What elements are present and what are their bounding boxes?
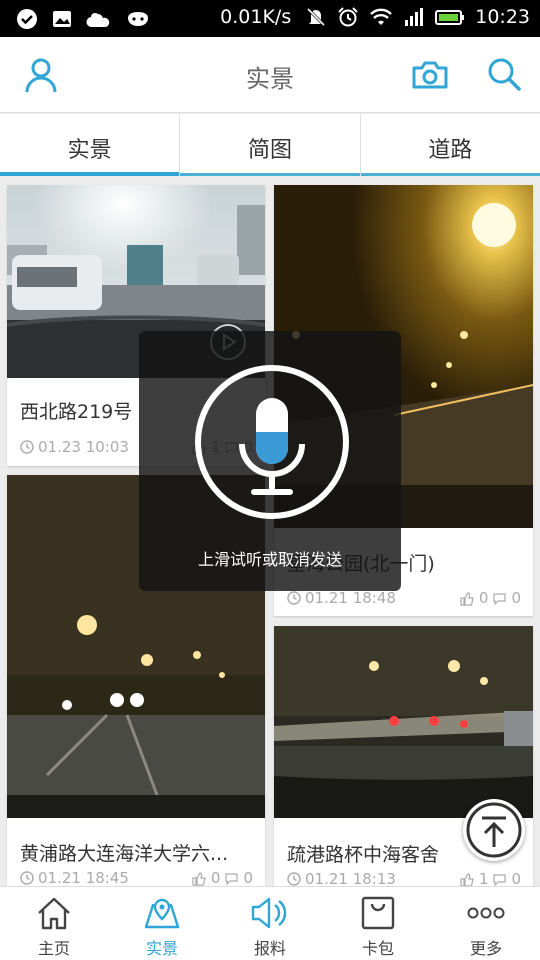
comment-icon[interactable] xyxy=(492,591,507,606)
timestamp-text: 01.21 18:45 xyxy=(38,869,129,886)
tab-road[interactable]: 道路 xyxy=(359,114,540,176)
more-icon xyxy=(467,907,505,919)
card-stats: 1 0 xyxy=(460,870,521,886)
camera-button[interactable] xyxy=(410,55,450,95)
home-icon xyxy=(38,897,70,930)
card-timestamp: 01.21 18:48 xyxy=(287,589,396,607)
signal-icon xyxy=(405,8,424,26)
microphone-icon xyxy=(195,365,349,519)
comment-icon[interactable] xyxy=(224,871,239,886)
alarm-icon xyxy=(338,7,358,27)
like-count: 1 xyxy=(478,870,489,886)
map-pin-icon xyxy=(144,898,180,929)
check-circle-icon xyxy=(17,9,37,29)
search-icon xyxy=(488,58,521,91)
thumbs-up-icon[interactable] xyxy=(192,871,207,886)
voice-recording-overlay[interactable]: 上滑试听或取消发送 xyxy=(139,331,401,591)
card-stats: 0 0 xyxy=(460,589,521,607)
mute-icon xyxy=(307,7,326,27)
game-controller-icon xyxy=(128,12,148,26)
comment-count: 0 xyxy=(511,870,521,886)
card-timestamp: 01.23 10:03 xyxy=(20,438,129,456)
tab-sketch[interactable]: 简图 xyxy=(179,114,360,176)
search-button[interactable] xyxy=(485,55,525,95)
comment-count: 0 xyxy=(511,589,521,607)
nav-more[interactable]: 更多 xyxy=(432,887,540,960)
nav-report[interactable]: 报料 xyxy=(216,887,324,960)
weather-cloud-icon xyxy=(86,13,110,27)
comment-icon[interactable] xyxy=(492,872,507,887)
card-timestamp: 01.21 18:45 xyxy=(20,869,129,886)
card-title: 黄浦路大连海洋大学六... xyxy=(20,843,229,865)
nav-label: 更多 xyxy=(469,939,502,958)
nav-label: 主页 xyxy=(37,939,70,958)
tab-label: 实景 xyxy=(67,138,112,163)
image-icon xyxy=(53,11,71,27)
clock-icon xyxy=(287,591,301,605)
nav-label: 报料 xyxy=(253,939,286,958)
wifi-icon xyxy=(370,8,393,25)
timestamp-text: 01.23 10:03 xyxy=(38,438,129,456)
network-speed: 0.01K/s xyxy=(220,6,292,28)
arrow-up-icon xyxy=(466,802,522,858)
nav-label: 实景 xyxy=(145,939,178,958)
nav-home[interactable]: 主页 xyxy=(0,887,108,960)
tab-label: 简图 xyxy=(247,138,292,163)
clock-icon xyxy=(287,872,301,886)
card-stats: 0 0 xyxy=(192,869,253,886)
tab-scene[interactable]: 实景 xyxy=(0,114,180,176)
status-bar: 0.01K/s 10:23 xyxy=(0,0,540,37)
scroll-to-top-button[interactable] xyxy=(463,799,525,861)
voice-hint-text: 上滑试听或取消发送 xyxy=(197,550,342,569)
comment-count: 0 xyxy=(243,869,253,886)
nav-wallet[interactable]: 卡包 xyxy=(324,887,432,960)
card-timestamp: 01.21 18:13 xyxy=(287,870,396,886)
tab-label: 道路 xyxy=(428,138,473,163)
tab-bar: 实景 简图 道路 xyxy=(0,114,540,176)
timestamp-text: 01.21 18:48 xyxy=(305,589,396,607)
clock: 10:23 xyxy=(475,6,530,28)
bag-icon xyxy=(361,896,395,930)
clock-icon xyxy=(20,440,34,454)
speaker-icon xyxy=(251,897,287,929)
page-title: 实景 xyxy=(246,65,294,93)
like-count: 0 xyxy=(478,589,489,607)
bottom-nav: 主页 实景 报料 卡包 更多 xyxy=(0,886,540,960)
thumbs-up-icon[interactable] xyxy=(460,872,475,887)
battery-icon xyxy=(435,10,465,25)
nav-scene[interactable]: 实景 xyxy=(108,887,216,960)
timestamp-text: 01.21 18:13 xyxy=(305,870,396,886)
app-header: 实景 xyxy=(0,37,540,113)
nav-label: 卡包 xyxy=(361,939,394,958)
camera-icon xyxy=(412,61,448,89)
like-count: 0 xyxy=(210,869,221,886)
thumbs-up-icon[interactable] xyxy=(460,591,475,606)
photo-thumbnail xyxy=(274,626,533,818)
clock-icon xyxy=(20,871,34,885)
